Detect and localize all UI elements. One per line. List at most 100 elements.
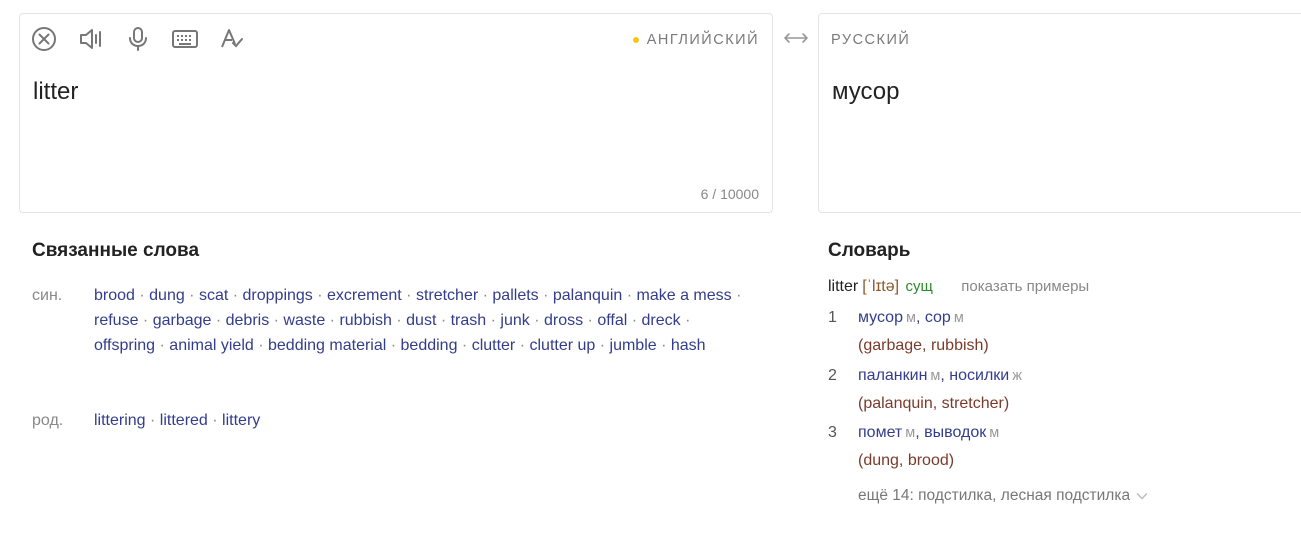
word-separator: · [207,412,223,429]
related-word-link[interactable]: brood [94,287,135,304]
related-word-link[interactable]: jumble [610,337,657,354]
word-separator: · [478,287,493,304]
related-word-link[interactable]: junk [500,312,529,329]
sense-originals: (palanquin, stretcher) [858,395,1010,412]
translation-link[interactable]: паланкин [858,367,927,384]
source-language-selector[interactable]: АНГЛИЙСКИЙ [632,32,759,48]
related-word-link[interactable]: stretcher [416,287,478,304]
word-separator: · [386,337,401,354]
related-word-link[interactable]: littery [222,412,260,429]
related-word-link[interactable]: bedding [401,337,458,354]
related-word-link[interactable]: palanquin [553,287,622,304]
translation-text: мусор [832,78,900,105]
character-counter: 6 / 10000 [700,186,759,202]
related-row-label: род. [32,412,64,429]
related-word-link[interactable]: clutter [472,337,516,354]
chevron-down-icon [1136,492,1148,500]
sense-number: 2 [828,367,837,384]
spellcheck-icon [221,29,243,48]
related-word-link[interactable]: dreck [642,312,681,329]
sense-originals: (garbage, rubbish) [858,337,989,354]
related-word-link[interactable]: clutter up [529,337,595,354]
related-word-link[interactable]: bedding material [268,337,386,354]
voice-input-button[interactable] [123,24,153,54]
translation-link[interactable]: выводок [924,424,986,441]
swap-languages-button[interactable] [782,28,810,48]
headword: litter [828,278,859,295]
related-word-link[interactable]: trash [451,312,487,329]
translation-link[interactable]: помет [858,424,902,441]
dictionary-more-link[interactable]: ещё 14: подстилка, лесная подстилка [858,487,1148,505]
related-word-link[interactable]: scat [199,287,228,304]
translation-link[interactable]: мусор [858,309,903,326]
comma-separator: , [940,367,950,384]
related-word-link[interactable]: dross [544,312,583,329]
show-examples-link[interactable]: показать примеры [961,278,1089,295]
word-separator: · [391,312,407,329]
target-language-selector[interactable]: РУССКИЙ [831,32,910,48]
keyboard-button[interactable] [170,24,200,54]
source-toolbar [29,24,264,54]
related-word-link[interactable]: pallets [492,287,538,304]
word-separator: · [436,312,451,329]
target-language-label: РУССКИЙ [831,32,911,48]
word-separator: · [155,337,170,354]
comma-separator: , [915,309,925,326]
word-separator: · [515,337,530,354]
gender-marker: м [930,368,941,384]
related-word-link[interactable]: offal [597,312,627,329]
source-panel: АНГЛИЙСКИЙ litter 6 / 10000 [19,13,773,213]
related-word-link[interactable]: debris [226,312,270,329]
clear-button[interactable] [29,24,59,54]
word-separator: · [486,312,501,329]
clear-icon [32,27,56,51]
related-word-list: brood · dung · scat · droppings · excrem… [94,283,754,358]
word-separator: · [269,312,284,329]
part-of-speech: сущ [905,278,933,295]
related-word-link[interactable]: hash [671,337,706,354]
gender-marker: ж [1012,368,1022,384]
related-word-link[interactable]: dust [406,312,436,329]
sense-originals: (dung, brood) [858,452,955,469]
sense-translations: паланкин м, носилки ж [858,367,1022,385]
speaker-icon [80,29,101,49]
related-word-link[interactable]: refuse [94,312,138,329]
related-word-link[interactable]: littering [94,412,146,429]
sense-number: 3 [828,424,837,441]
related-word-link[interactable]: offspring [94,337,155,354]
spellcheck-button[interactable] [217,24,247,54]
word-separator: · [134,287,150,304]
word-separator: · [595,337,610,354]
word-separator: · [538,287,553,304]
listen-button[interactable] [76,24,106,54]
dictionary-more-label: ещё 14: подстилка, лесная подстилка [858,487,1131,504]
related-word-link[interactable]: waste [283,312,325,329]
gender-marker: м [905,425,916,441]
word-separator: · [622,287,637,304]
word-separator: · [253,337,268,354]
translation-link[interactable]: носилки [949,367,1009,384]
sense-translations: мусор м, сор м [858,309,964,327]
related-word-link[interactable]: make a mess [637,287,732,304]
source-text-input[interactable]: litter [33,78,78,106]
related-word-link[interactable]: rubbish [339,312,391,329]
related-word-link[interactable]: excrement [327,287,402,304]
word-separator: · [583,312,598,329]
related-word-link[interactable]: dung [149,287,185,304]
keyboard-icon [172,30,198,48]
target-panel: РУССКИЙ мусор [818,13,1301,213]
related-word-link[interactable]: animal yield [169,337,253,354]
word-separator: · [325,312,340,329]
comma-separator: , [915,424,925,441]
related-word-link[interactable]: garbage [153,312,212,329]
gender-marker: м [989,425,1000,441]
dictionary-title: Словарь [828,240,911,261]
related-word-link[interactable]: droppings [243,287,313,304]
word-separator: · [184,287,199,304]
translation-link[interactable]: сор [925,309,951,326]
word-separator: · [401,287,416,304]
detected-language-dot [632,37,639,43]
word-separator: · [228,287,243,304]
transcription: [ˈlɪtə] [862,278,900,295]
related-word-link[interactable]: littered [160,412,208,429]
